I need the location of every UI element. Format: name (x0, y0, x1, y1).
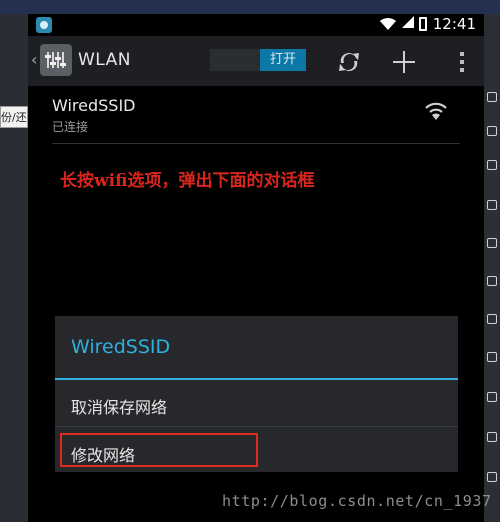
toggle-on-label: 打开 (260, 49, 306, 71)
watermark: http://blog.csdn.net/cn_1937 (222, 492, 492, 510)
overflow-menu-icon[interactable] (448, 48, 476, 76)
battery-icon (418, 17, 427, 31)
context-dialog: WiredSSID 取消保存网络 修改网络 (55, 316, 458, 472)
network-ssid: WiredSSID (52, 96, 136, 115)
toolbar-icon[interactable] (487, 314, 497, 324)
toolbar-icon[interactable] (487, 200, 497, 210)
settings-icon[interactable] (40, 44, 72, 76)
right-toolbar (484, 14, 500, 522)
wifi-network-item[interactable]: WiredSSID 已连接 (28, 86, 484, 144)
wifi-status-icon (379, 17, 396, 30)
app-notification-icon (36, 17, 52, 33)
forget-network-option[interactable]: 取消保存网络 (55, 382, 458, 426)
wlan-toggle[interactable]: 打开 (210, 49, 306, 71)
toolbar-icon[interactable] (487, 472, 497, 482)
toolbar-icon[interactable] (487, 126, 497, 136)
option-label: 取消保存网络 (71, 398, 168, 417)
dialog-divider (55, 426, 458, 427)
sync-icon[interactable] (335, 48, 363, 76)
top-window-strip (0, 0, 500, 14)
back-chevron-icon[interactable]: ‹ (31, 50, 37, 69)
phone-screen: 12:41 ‹ WLAN 打开 WiredSSID 已连接 长按wifi选项，弹… (28, 14, 484, 522)
toolbar-icon[interactable] (487, 352, 497, 362)
network-status: 已连接 (52, 120, 89, 134)
list-divider (52, 143, 460, 144)
dialog-title: WiredSSID (71, 336, 171, 358)
highlight-box (60, 433, 258, 467)
status-time: 12:41 (432, 15, 476, 33)
left-side-panel: 份/还 (0, 14, 28, 522)
toolbar-icon[interactable] (487, 392, 497, 402)
add-icon[interactable] (390, 48, 418, 76)
signal-icon (401, 16, 414, 28)
dialog-title-separator (55, 378, 458, 380)
status-bar: 12:41 (28, 14, 484, 36)
toolbar-icon[interactable] (487, 432, 497, 442)
left-panel-item[interactable]: 份/还 (0, 106, 28, 128)
page-title: WLAN (78, 50, 132, 70)
action-bar: ‹ WLAN 打开 (28, 36, 484, 86)
toolbar-icon[interactable] (487, 160, 497, 170)
toolbar-icon[interactable] (487, 92, 497, 102)
instruction-annotation: 长按wifi选项，弹出下面的对话框 (60, 171, 315, 191)
toolbar-icon[interactable] (487, 276, 497, 286)
wifi-signal-icon (425, 102, 447, 120)
toolbar-icon[interactable] (487, 238, 497, 248)
